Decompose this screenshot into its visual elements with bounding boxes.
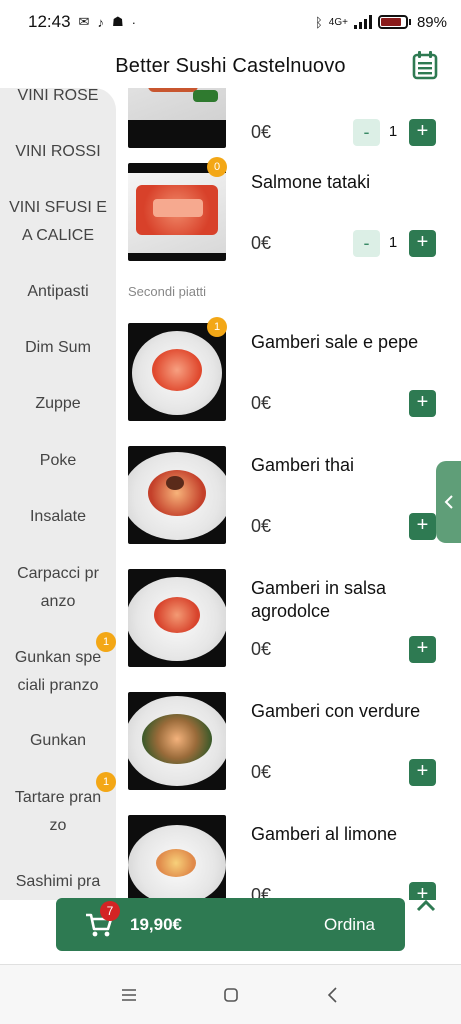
add-button[interactable]: + <box>409 636 436 663</box>
cart-count-badge: 7 <box>100 900 120 921</box>
signal-icon <box>353 15 372 29</box>
dish-image <box>128 692 226 790</box>
category-badge: 1 <box>96 772 116 792</box>
menu-item[interactable]: 1 Gamberi sale e pepe 0€ + <box>116 317 461 433</box>
sidebar-item-vini-rossi[interactable]: VINI ROSSI <box>0 138 116 166</box>
section-header: Secondi piatti <box>128 284 207 299</box>
add-button[interactable]: + <box>409 119 436 146</box>
system-navigation-bar <box>0 964 461 1024</box>
dish-price: 0€ <box>251 639 272 659</box>
dish-price: 0€ <box>251 516 272 536</box>
network-label: 4G+ <box>328 16 348 28</box>
category-sidebar[interactable]: VINI ROSE VINI ROSSI VINI SFUSI E A CALI… <box>0 88 116 900</box>
add-button[interactable]: + <box>409 390 436 417</box>
sidebar-item-poke[interactable]: Poke <box>0 447 116 475</box>
home-icon[interactable] <box>219 983 243 1007</box>
app-header: Better Sushi Castelnuovo <box>0 44 461 88</box>
sidebar-item-insalate[interactable]: Insalate <box>0 503 116 531</box>
mail-icon: ✉ <box>78 14 90 29</box>
menu-item[interactable]: Gamberi al limone 0€ + <box>116 815 461 900</box>
calendar-icon[interactable] <box>411 50 439 80</box>
decrease-button[interactable]: - <box>353 119 380 146</box>
battery-level: 89% <box>416 13 447 31</box>
bluetooth-icon: ᛒ <box>314 14 323 30</box>
music-icon: ♪ <box>97 14 104 30</box>
order-button[interactable]: Ordina <box>324 915 375 935</box>
chevron-left-icon <box>444 495 453 509</box>
sidebar-item-antipasti[interactable]: Antipasti <box>0 278 116 306</box>
sidebar-item-vini-rose[interactable]: VINI ROSE <box>0 88 116 110</box>
dot-icon: · <box>131 14 136 30</box>
dish-price: 0€ <box>251 122 272 142</box>
dish-price: 0€ <box>251 233 272 253</box>
menu-item[interactable]: Gamberi in salsa agrodolce 0€ + <box>116 569 461 679</box>
page-title: Better Sushi Castelnuovo <box>115 54 346 77</box>
dish-name: Gamberi con verdure <box>251 701 421 721</box>
dish-name: Gamberi in salsa agrodolce <box>251 578 387 621</box>
add-button[interactable]: + <box>409 513 436 540</box>
dish-name: Gamberi sale e pepe <box>251 332 419 352</box>
status-time: 12:43 <box>28 12 71 31</box>
menu-item[interactable]: Gamberi thai 0€ + <box>116 446 461 556</box>
quantity-value: 1 <box>388 123 398 140</box>
menu-item[interactable]: 0€ - 1 + <box>116 88 461 160</box>
sidebar-item-tartare-pranzo[interactable]: 1 Tartare pran zo <box>0 772 116 840</box>
dish-price: 0€ <box>251 762 272 782</box>
item-badge: 0 <box>207 157 227 177</box>
sidebar-item-dim-sum[interactable]: Dim Sum <box>0 334 116 362</box>
dish-image <box>128 88 226 148</box>
cart-total: 19,90€ <box>130 914 182 934</box>
category-badge: 1 <box>96 632 116 652</box>
dish-image <box>128 323 226 421</box>
sidebar-item-zuppe[interactable]: Zuppe <box>0 390 116 418</box>
menu-list[interactable]: 0€ - 1 + 0 Salmone tataki 0€ - 1 + Secon… <box>116 88 461 900</box>
decrease-button[interactable]: - <box>353 230 380 257</box>
dish-image <box>128 815 226 900</box>
menu-item[interactable]: Gamberi con verdure 0€ + <box>116 692 461 802</box>
ghost-icon: ☗ <box>111 14 124 29</box>
dish-image <box>128 446 226 544</box>
dish-name: Salmone tataki <box>251 172 371 192</box>
add-button[interactable]: + <box>409 759 436 786</box>
dish-image <box>128 163 226 261</box>
sidebar-item-vini-sfusi[interactable]: VINI SFUSI E A CALICE <box>0 194 116 250</box>
sidebar-item-gunkan-speciali-pranzo[interactable]: 1 Gunkan spe ciali pranzo <box>0 632 116 700</box>
sidebar-item-sashimi-pranzo[interactable]: Sashimi pra <box>0 868 116 896</box>
add-button[interactable]: + <box>409 230 436 257</box>
dish-price: 0€ <box>251 393 272 413</box>
status-bar: 12:43 ✉ ♪ ☗ · ᛒ 4G+ 89% <box>0 0 461 44</box>
battery-icon <box>377 15 408 29</box>
item-badge: 1 <box>207 317 227 337</box>
quantity-value: 1 <box>388 234 398 251</box>
cart-bar[interactable]: 7 19,90€ Ordina <box>56 898 405 951</box>
menu-item[interactable]: 0 Salmone tataki 0€ - 1 + <box>116 157 461 273</box>
sidebar-item-carpacci-pranzo[interactable]: Carpacci pr anzo <box>0 560 116 616</box>
dish-image <box>128 569 226 667</box>
cart-icon[interactable]: 7 <box>84 900 120 939</box>
menu-icon[interactable] <box>117 983 141 1007</box>
dish-name: Gamberi al limone <box>251 824 398 844</box>
side-panel-toggle[interactable] <box>436 461 461 543</box>
back-icon[interactable] <box>321 983 345 1007</box>
scroll-up-icon[interactable] <box>412 892 440 920</box>
sidebar-item-gunkan[interactable]: Gunkan <box>0 727 116 755</box>
dish-name: Gamberi thai <box>251 455 355 475</box>
